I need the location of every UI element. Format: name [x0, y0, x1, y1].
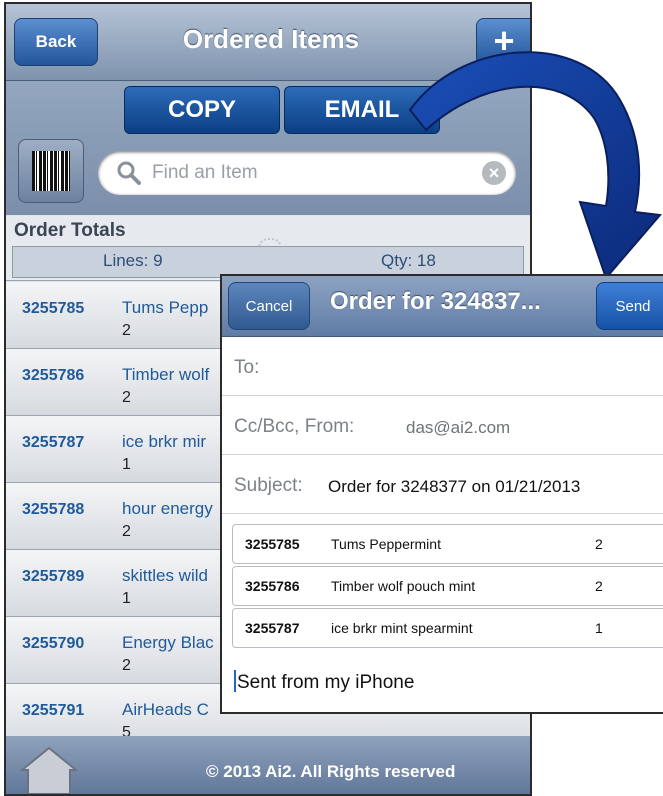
item-qty: 2 [122, 657, 131, 674]
from-address: das@ai2.com [406, 418, 511, 437]
line-qty: 2 [595, 536, 603, 552]
curved-arrow-icon [408, 51, 662, 280]
subject-label: Subject: [234, 475, 303, 496]
send-button[interactable]: Send [596, 282, 663, 330]
item-code: 3255787 [22, 434, 85, 451]
line-name: Timber wolf pouch mint [331, 578, 476, 594]
subject-value: Order for 3248377 on 01/21/2013 [328, 477, 581, 496]
barcode-icon [32, 151, 70, 191]
to-field[interactable]: To: [222, 337, 663, 396]
item-code: 3255786 [22, 367, 85, 384]
signature-text: Sent from my iPhone [237, 672, 415, 693]
cancel-button[interactable]: Cancel [228, 282, 310, 330]
item-qty: 2 [122, 523, 131, 540]
item-code: 3255788 [22, 501, 85, 518]
cc-from-label: Cc/Bcc, From: [234, 416, 355, 437]
item-code: 3255785 [22, 300, 85, 317]
barcode-scan-button[interactable] [18, 139, 84, 203]
item-qty: 1 [122, 456, 131, 473]
item-code: 3255790 [22, 635, 85, 652]
email-compose-screen: Cancel Order for 324837... Send To: Cc/B… [220, 274, 663, 714]
cc-from-field[interactable]: Cc/Bcc, From: das@ai2.com [222, 396, 663, 455]
item-name: AirHeads C [122, 700, 209, 719]
line-code: 3255787 [245, 620, 300, 636]
table-row: 3255785 Tums Peppermint 2 [232, 524, 663, 564]
item-name: Tums Pepp [122, 298, 209, 317]
home-icon[interactable] [20, 746, 78, 794]
line-code: 3255786 [245, 578, 300, 594]
line-code: 3255785 [245, 536, 300, 552]
line-qty: 2 [595, 578, 603, 594]
item-qty: 2 [122, 322, 131, 339]
email-title: Order for 324837... [330, 288, 541, 315]
copyright-text: © 2013 Ai2. All Rights reserved [206, 762, 456, 781]
order-totals-title: Order Totals [14, 220, 126, 241]
copy-button[interactable]: COPY [124, 86, 280, 134]
item-name: hour energy [122, 499, 213, 518]
email-body[interactable]: Sent from my iPhone [234, 670, 414, 694]
search-icon [117, 161, 141, 185]
footer-bar: © 2013 Ai2. All Rights reserved [6, 736, 530, 794]
line-name: Tums Peppermint [331, 536, 441, 552]
subject-field[interactable]: Subject: Order for 3248377 on 01/21/2013 [222, 455, 663, 514]
back-button[interactable]: Back [14, 18, 98, 66]
page-title: Ordered Items [182, 24, 360, 54]
item-qty: 1 [122, 590, 131, 607]
item-name: Energy Blac [122, 633, 214, 652]
line-name: ice brkr mint spearmint [331, 620, 473, 636]
item-name: skittles wild [122, 566, 208, 585]
item-qty: 2 [122, 389, 131, 406]
item-code: 3255789 [22, 568, 85, 585]
text-cursor [234, 670, 236, 692]
item-name: ice brkr mir [122, 432, 207, 451]
line-qty: 1 [595, 620, 603, 636]
to-label: To: [234, 357, 260, 378]
email-order-table: 3255785 Tums Peppermint 2 3255786 Timber… [232, 524, 663, 650]
item-name: Timber wolf [122, 365, 210, 384]
item-code: 3255791 [22, 702, 85, 719]
lines-count: Lines: 9 [103, 251, 163, 270]
table-row: 3255787 ice brkr mint spearmint 1 [232, 608, 663, 648]
table-row: 3255786 Timber wolf pouch mint 2 [232, 566, 663, 606]
email-navigation-bar: Cancel Order for 324837... Send [222, 276, 663, 337]
